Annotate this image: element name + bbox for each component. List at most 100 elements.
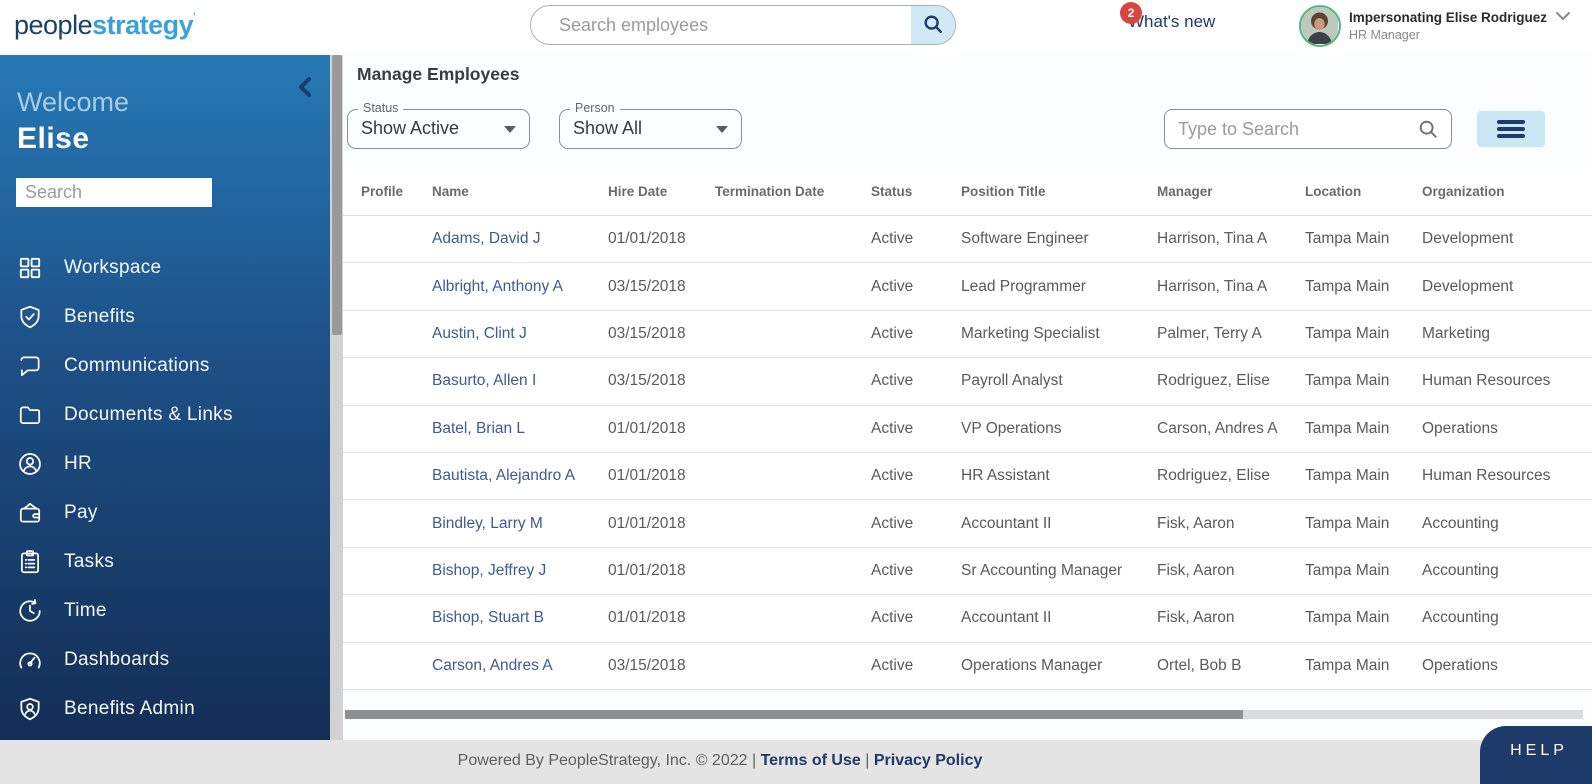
- sidebar-search-input[interactable]: [16, 178, 212, 207]
- column-header-status[interactable]: Status: [871, 184, 961, 199]
- horizontal-scrollbar-thumb[interactable]: [345, 710, 1243, 719]
- table-row[interactable]: Bishop, Jeffrey J 01/01/2018 Active Sr A…: [343, 548, 1592, 595]
- sidebar-item-benefits[interactable]: Benefits: [0, 292, 330, 341]
- user-menu[interactable]: Impersonating Elise Rodriguez HR Manager: [1299, 5, 1571, 47]
- location-cell: Tampa Main: [1305, 609, 1422, 627]
- hire-date-cell: 01/01/2018: [608, 230, 715, 248]
- terms-of-use-link[interactable]: Terms of Use: [761, 752, 861, 769]
- footer-separator: |: [865, 752, 869, 769]
- sidebar-item-workspace[interactable]: Workspace: [0, 243, 330, 292]
- hamburger-menu-icon: [1497, 117, 1525, 142]
- table-row[interactable]: Basurto, Allen I 03/15/2018 Active Payro…: [343, 358, 1592, 405]
- sidebar-item-tasks[interactable]: Tasks: [0, 537, 330, 586]
- column-header-manager[interactable]: Manager: [1157, 184, 1305, 199]
- filters-bar: Status Show Active Person Show All: [347, 105, 1592, 151]
- position-title-cell: Payroll Analyst: [961, 372, 1157, 390]
- status-cell: Active: [871, 278, 961, 296]
- table-search-input[interactable]: [1165, 119, 1417, 140]
- column-header-profile[interactable]: Profile: [343, 184, 432, 199]
- column-header-hire-date[interactable]: Hire Date: [608, 184, 715, 199]
- manager-cell: Rodriguez, Elise: [1157, 372, 1305, 390]
- column-header-name[interactable]: Name: [432, 184, 608, 199]
- status-filter-select[interactable]: Status Show Active: [347, 109, 530, 149]
- employees-table: Profile Name Hire Date Termination Date …: [343, 168, 1592, 690]
- table-row[interactable]: Bindley, Larry M 01/01/2018 Active Accou…: [343, 500, 1592, 547]
- footer-separator: |: [752, 752, 756, 769]
- hire-date-cell: 03/15/2018: [608, 657, 715, 675]
- position-title-cell: VP Operations: [961, 420, 1157, 438]
- employee-name-link-text[interactable]: Bindley, Larry M: [432, 515, 543, 532]
- status-cell: Active: [871, 609, 961, 627]
- whats-new-link[interactable]: 2 What's new: [1118, 0, 1228, 40]
- chevron-down-icon: [1555, 9, 1571, 24]
- sidebar-item-documents-links[interactable]: Documents & Links: [0, 390, 330, 439]
- table-row[interactable]: Carson, Andres A 03/15/2018 Active Opera…: [343, 643, 1592, 690]
- status-filter-label: Status: [358, 101, 403, 115]
- employee-name-link-text[interactable]: Bishop, Jeffrey J: [432, 562, 546, 579]
- organization-cell: Human Resources: [1422, 372, 1585, 390]
- avatar: [1299, 5, 1341, 47]
- employee-name-link-text[interactable]: Austin, Clint J: [432, 325, 527, 342]
- employee-name-link: Albright, Anthony A: [432, 278, 608, 296]
- location-cell: Tampa Main: [1305, 420, 1422, 438]
- dashboards-icon: [16, 646, 43, 673]
- table-menu-button[interactable]: [1477, 111, 1545, 147]
- sidebar-item-label: Communications: [64, 355, 210, 377]
- sidebar-item-label: Workspace: [64, 257, 161, 279]
- position-title-cell: Accountant II: [961, 609, 1157, 627]
- hire-date-cell: 03/15/2018: [608, 278, 715, 296]
- manager-cell: Fisk, Aaron: [1157, 562, 1305, 580]
- welcome-label: Welcome: [17, 87, 330, 118]
- column-header-location[interactable]: Location: [1305, 184, 1422, 199]
- employee-name-link: Basurto, Allen I: [432, 372, 608, 390]
- sidebar-item-pay[interactable]: Pay: [0, 488, 330, 537]
- person-filter-value: Show All: [573, 118, 642, 139]
- employee-search-input[interactable]: [531, 6, 911, 44]
- sidebar-item-communications[interactable]: Communications: [0, 341, 330, 390]
- employee-name-link-text[interactable]: Carson, Andres A: [432, 657, 553, 674]
- hire-date-cell: 01/01/2018: [608, 420, 715, 438]
- footer-powered-by: Powered By PeopleStrategy, Inc. © 2022: [458, 752, 748, 769]
- sidebar-collapse-button[interactable]: [292, 75, 318, 101]
- sidebar-item-dashboards[interactable]: Dashboards: [0, 635, 330, 684]
- organization-cell: Marketing: [1422, 325, 1585, 343]
- search-icon: [1417, 118, 1439, 140]
- employee-name-link: Bishop, Jeffrey J: [432, 562, 608, 580]
- employee-name-link-text[interactable]: Bishop, Stuart B: [432, 609, 544, 626]
- sidebar-item-hr[interactable]: HR: [0, 439, 330, 488]
- sidebar-item-label: Benefits: [64, 306, 135, 328]
- status-cell: Active: [871, 657, 961, 675]
- employee-search-button[interactable]: [911, 6, 955, 44]
- privacy-policy-link[interactable]: Privacy Policy: [874, 752, 983, 769]
- position-title-cell: Accountant II: [961, 515, 1157, 533]
- employee-name-link-text[interactable]: Batel, Brian L: [432, 420, 525, 437]
- employee-name-link-text[interactable]: Adams, David J: [432, 230, 541, 247]
- help-button[interactable]: HELP: [1480, 726, 1592, 784]
- column-header-organization[interactable]: Organization: [1422, 184, 1585, 199]
- sidebar-item-time[interactable]: Time: [0, 586, 330, 635]
- table-row[interactable]: Adams, David J 01/01/2018 Active Softwar…: [343, 216, 1592, 263]
- table-row[interactable]: Batel, Brian L 01/01/2018 Active VP Oper…: [343, 406, 1592, 453]
- table-row[interactable]: Albright, Anthony A 03/15/2018 Active Le…: [343, 263, 1592, 310]
- table-row[interactable]: Bautista, Alejandro A 01/01/2018 Active …: [343, 453, 1592, 500]
- employee-name-link-text[interactable]: Albright, Anthony A: [432, 278, 563, 295]
- vertical-scrollbar-thumb[interactable]: [332, 55, 342, 335]
- manager-cell: Ortel, Bob B: [1157, 657, 1305, 675]
- user-name: Impersonating Elise Rodriguez: [1349, 10, 1547, 26]
- status-cell: Active: [871, 562, 961, 580]
- sidebar-item-label: Benefits Admin: [64, 698, 195, 720]
- table-row[interactable]: Austin, Clint J 03/15/2018 Active Market…: [343, 311, 1592, 358]
- column-header-termination-date[interactable]: Termination Date: [715, 184, 871, 199]
- communications-icon: [16, 352, 43, 379]
- employee-name-link-text[interactable]: Bautista, Alejandro A: [432, 467, 575, 484]
- status-cell: Active: [871, 325, 961, 343]
- table-row[interactable]: Bishop, Stuart B 01/01/2018 Active Accou…: [343, 595, 1592, 642]
- manager-cell: Fisk, Aaron: [1157, 515, 1305, 533]
- hire-date-cell: 03/15/2018: [608, 325, 715, 343]
- sidebar-item-benefits-admin[interactable]: Benefits Admin: [0, 684, 330, 733]
- pay-icon: [16, 499, 43, 526]
- employee-name-link-text[interactable]: Basurto, Allen I: [432, 372, 536, 389]
- column-header-position-title[interactable]: Position Title: [961, 184, 1157, 199]
- position-title-cell: Marketing Specialist: [961, 325, 1157, 343]
- person-filter-select[interactable]: Person Show All: [559, 109, 742, 149]
